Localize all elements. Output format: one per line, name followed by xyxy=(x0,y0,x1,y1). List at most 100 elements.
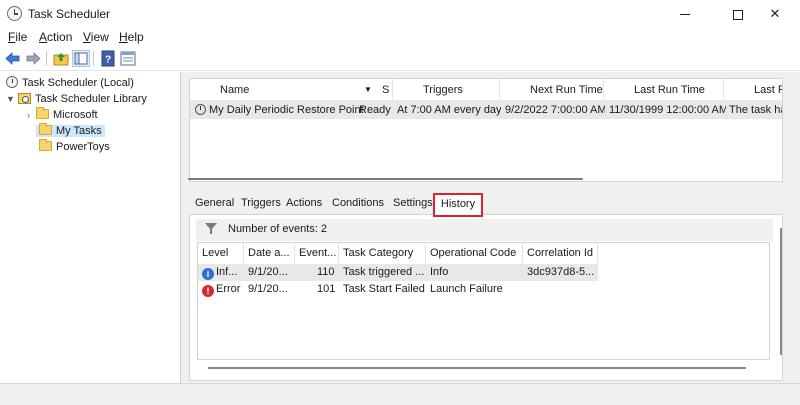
menu-view[interactable]: View xyxy=(83,30,109,44)
minimize-icon xyxy=(680,14,690,16)
show-hide-tree-icon xyxy=(74,52,88,65)
event-category-cell: Task Start Failed xyxy=(343,283,425,295)
event-category-cell: Task triggered ... xyxy=(343,266,425,278)
window-title: Task Scheduler xyxy=(28,7,111,21)
column-header-status[interactable]: S xyxy=(376,79,393,101)
column-header-last-run-result[interactable]: Last Run xyxy=(724,79,782,101)
task-clock-icon xyxy=(195,104,206,115)
menu-file-label: ile xyxy=(15,30,28,44)
event-level: Inf... xyxy=(216,266,238,278)
column-header-task-category[interactable]: Task Category xyxy=(339,243,426,264)
tree-item-powertoys[interactable]: PowerToys xyxy=(39,139,110,155)
event-date-cell: 9/1/20... xyxy=(248,266,288,278)
column-header-operational-code[interactable]: Operational Code xyxy=(426,243,523,264)
event-id-cell: 101 xyxy=(317,283,336,295)
back-button[interactable] xyxy=(4,50,22,67)
library-folder-icon xyxy=(18,93,31,104)
folder-icon xyxy=(36,107,49,119)
column-header-correlation-id[interactable]: Correlation Id xyxy=(523,243,598,264)
show-hide-action-pane-button[interactable] xyxy=(119,50,137,67)
event-level: Error xyxy=(216,283,241,295)
menu-view-label: iew xyxy=(90,30,109,44)
tab-settings[interactable]: Settings xyxy=(393,193,433,215)
menu-help-label: elp xyxy=(127,30,144,44)
tree-root-label: Task Scheduler (Local) xyxy=(22,77,134,89)
expand-chevron-icon[interactable]: ▼ xyxy=(6,91,15,107)
collapse-chevron-icon[interactable]: › xyxy=(24,107,33,123)
column-header-event-id[interactable]: Event... xyxy=(295,243,339,264)
history-horizontal-scrollbar[interactable] xyxy=(208,367,746,369)
up-folder-icon xyxy=(53,53,69,66)
status-bar xyxy=(0,383,800,405)
tree-item-my-tasks[interactable]: My Tasks xyxy=(36,123,105,139)
forward-button[interactable] xyxy=(24,50,42,67)
task-last-result-cell: The task has n xyxy=(729,104,782,116)
task-last-run-cell: 11/30/1999 12:00:00 AM xyxy=(609,104,726,116)
tree-library[interactable]: ▼ Task Scheduler Library xyxy=(6,91,147,107)
up-one-level-button[interactable] xyxy=(52,50,70,67)
forward-arrow-icon xyxy=(26,52,41,65)
toolbar-separator xyxy=(46,51,47,66)
menu-action[interactable]: Action xyxy=(39,30,72,44)
tab-triggers[interactable]: Triggers xyxy=(241,193,281,215)
action-pane-icon xyxy=(120,51,136,66)
tree-item-microsoft[interactable]: › Microsoft xyxy=(24,107,98,123)
task-name-cell[interactable]: My Daily Periodic Restore Point xyxy=(195,101,367,119)
column-header-date[interactable]: Date a... xyxy=(244,243,295,264)
menu-help-key: H xyxy=(119,30,128,44)
tree-library-label: Task Scheduler Library xyxy=(35,93,147,105)
svg-text:?: ? xyxy=(105,55,111,66)
task-status-cell: Ready xyxy=(359,104,391,116)
task-name: My Daily Periodic Restore Point xyxy=(209,104,364,116)
event-date-cell: 9/1/20... xyxy=(248,283,288,295)
folder-icon xyxy=(39,123,52,135)
help-button[interactable]: ? xyxy=(99,50,117,67)
close-icon: ✕ xyxy=(769,6,781,21)
column-header-name[interactable]: Name xyxy=(190,79,375,101)
event-correlation-cell xyxy=(527,281,597,298)
tab-conditions[interactable]: Conditions xyxy=(332,193,384,215)
error-icon: ! xyxy=(202,285,214,297)
menu-action-key: A xyxy=(39,30,48,44)
tree-item-label: PowerToys xyxy=(56,141,110,153)
menu-file[interactable]: File xyxy=(8,30,27,44)
tree-item-label: My Tasks xyxy=(56,125,102,137)
task-triggers-cell: At 7:00 AM every day xyxy=(397,104,501,116)
menu-bar: File Action View Help xyxy=(0,27,800,47)
tree-item-label: Microsoft xyxy=(53,109,98,121)
event-id-cell: 110 xyxy=(317,266,335,278)
help-icon: ? xyxy=(101,50,115,67)
history-event-grid: Level Date a... Event... Task Category O… xyxy=(197,242,770,360)
information-icon: i xyxy=(202,268,214,280)
column-header-next-run-time[interactable]: Next Run Time xyxy=(500,79,604,101)
tab-history[interactable]: History xyxy=(433,193,483,217)
history-vertical-scrollbar[interactable] xyxy=(780,228,782,355)
column-header-level[interactable]: Level xyxy=(198,243,244,264)
column-header-triggers[interactable]: Triggers xyxy=(393,79,500,101)
tree-selection-highlight: My Tasks xyxy=(36,123,105,137)
task-scheduler-clock-icon xyxy=(7,6,22,21)
menu-action-label: ction xyxy=(47,30,73,44)
minimize-button[interactable] xyxy=(662,0,708,27)
sort-arrow-icon[interactable]: ▼ xyxy=(360,79,376,101)
tab-general[interactable]: General xyxy=(195,193,234,215)
task-list-horizontal-scrollbar[interactable] xyxy=(188,178,583,180)
event-level-cell: i Inf... xyxy=(202,264,244,281)
number-of-events: Number of events: 2 xyxy=(228,223,328,235)
menu-help[interactable]: Help xyxy=(119,30,144,44)
maximize-icon xyxy=(733,9,743,20)
close-button[interactable]: ✕ xyxy=(752,0,798,27)
task-scheduler-local-icon xyxy=(6,76,18,88)
event-code-cell: Info xyxy=(430,266,449,278)
toolbar: ? xyxy=(0,47,800,71)
event-code-cell: Launch Failure xyxy=(430,283,503,295)
show-hide-console-tree-button[interactable] xyxy=(72,50,90,67)
column-header-last-run-time[interactable]: Last Run Time xyxy=(604,79,724,101)
title-bar: Task Scheduler ✕ xyxy=(0,0,800,27)
event-level-cell: ! Error xyxy=(202,281,244,298)
task-next-run-cell: 9/2/2022 7:00:00 AM xyxy=(505,104,605,116)
console-tree-pane: Task Scheduler (Local) ▼ Task Scheduler L… xyxy=(0,72,181,383)
back-arrow-icon xyxy=(5,52,20,65)
tree-root[interactable]: Task Scheduler (Local) xyxy=(6,75,134,91)
tab-actions[interactable]: Actions xyxy=(286,193,322,215)
